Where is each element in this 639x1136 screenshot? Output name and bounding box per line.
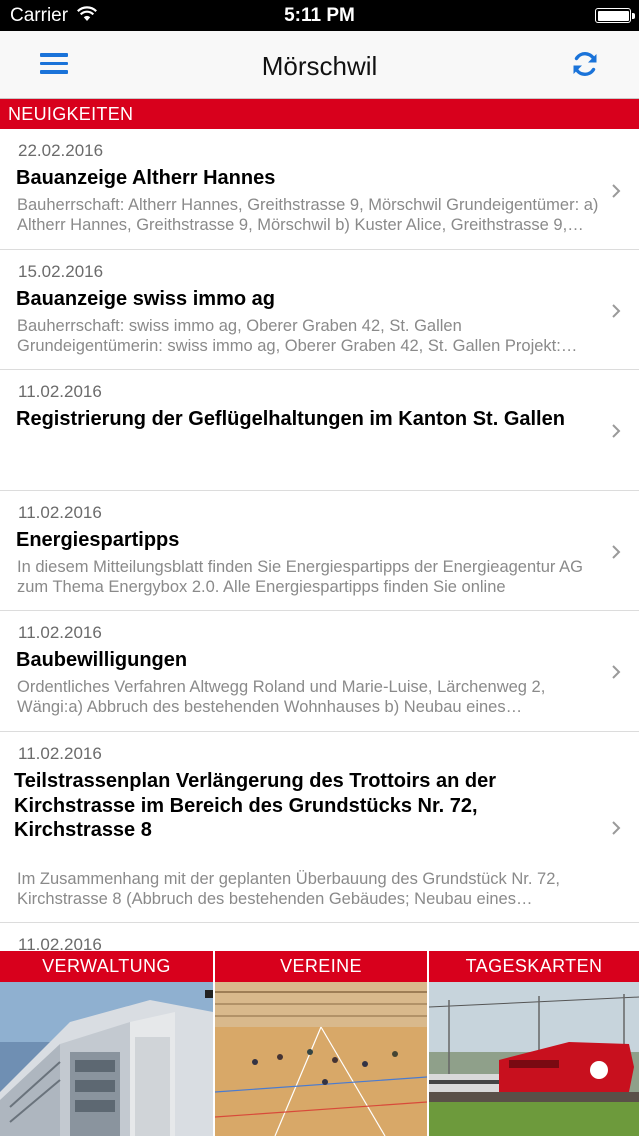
- news-item[interactable]: 11.02.2016: [0, 923, 639, 951]
- news-item[interactable]: 22.02.2016 Bauanzeige Altherr Hannes Bau…: [0, 129, 639, 250]
- chevron-right-icon: [612, 304, 621, 318]
- battery-icon: [595, 8, 635, 23]
- news-title: Teilstrassenplan Verlängerung des Trotto…: [14, 770, 496, 841]
- tile-label: TAGESKARTEN: [429, 951, 639, 982]
- news-title: Bauanzeige Altherr Hannes: [16, 167, 276, 189]
- news-item[interactable]: 11.02.2016 Energiespartipps In diesem Mi…: [0, 491, 639, 611]
- news-item[interactable]: 11.02.2016 Teilstrassenplan Verlängerung…: [0, 732, 639, 923]
- chevron-right-icon: [612, 545, 621, 559]
- news-title: Energiespartipps: [16, 529, 180, 551]
- gym-hall-image: [215, 982, 427, 1136]
- news-date: 15.02.2016: [18, 262, 104, 281]
- tile-verwaltung[interactable]: VERWALTUNG: [0, 951, 213, 1136]
- news-title: Bauanzeige swiss immo ag: [16, 288, 275, 310]
- clock: 5:11 PM: [284, 5, 355, 26]
- news-item[interactable]: 11.02.2016 Registrierung der Geflügelhal…: [0, 370, 639, 491]
- news-summary: Bauherrschaft: swiss immo ag, Oberer Gra…: [17, 317, 561, 355]
- town-hall-image: [0, 982, 213, 1136]
- news-title: Registrierung der Geflügelhaltungen im K…: [16, 408, 565, 430]
- tile-label: VEREINE: [215, 951, 427, 982]
- news-date: 22.02.2016: [18, 141, 104, 160]
- news-summary: Im Zusammenhang mit der geplanten Überba…: [17, 870, 560, 908]
- news-item[interactable]: 15.02.2016 Bauanzeige swiss immo ag Bauh…: [0, 250, 639, 370]
- chevron-right-icon: [612, 184, 621, 198]
- news-date: 11.02.2016: [18, 382, 102, 401]
- refresh-icon[interactable]: [570, 49, 600, 79]
- page-title: Mörschwil: [261, 51, 378, 81]
- news-date: 11.02.2016: [18, 503, 102, 522]
- news-title: Baubewilligungen: [16, 649, 188, 671]
- train-image: [429, 982, 639, 1136]
- chevron-right-icon: [612, 821, 621, 835]
- chevron-right-icon: [612, 424, 621, 438]
- tile-vereine[interactable]: VEREINE: [215, 951, 427, 1136]
- news-summary: Ordentliches Verfahren Altwegg Roland un…: [17, 678, 546, 716]
- news-list[interactable]: 22.02.2016 Bauanzeige Altherr Hannes Bau…: [0, 129, 639, 951]
- news-item[interactable]: 11.02.2016 Baubewilligungen Ordentliches…: [0, 611, 639, 732]
- tile-label: VERWALTUNG: [0, 951, 213, 982]
- status-bar: Carrier 5:11 PM: [0, 0, 639, 31]
- section-header: NEUIGKEITEN: [0, 99, 639, 129]
- news-date: 11.02.2016: [18, 935, 102, 951]
- navigation-bar: Mörschwil: [0, 31, 639, 99]
- news-date: 11.02.2016: [18, 623, 102, 642]
- section-title: NEUIGKEITEN: [8, 104, 134, 124]
- news-date: 11.02.2016: [18, 744, 102, 763]
- news-summary: In diesem Mitteilungsblatt finden Sie En…: [17, 558, 583, 596]
- tile-tageskarten[interactable]: TAGESKARTEN: [429, 951, 639, 1136]
- chevron-right-icon: [612, 665, 621, 679]
- bottom-tiles: VERWALTUNG VEREINE TAGESKARTEN: [0, 951, 639, 1136]
- news-summary: Bauherrschaft: Altherr Hannes, Greithstr…: [17, 196, 599, 234]
